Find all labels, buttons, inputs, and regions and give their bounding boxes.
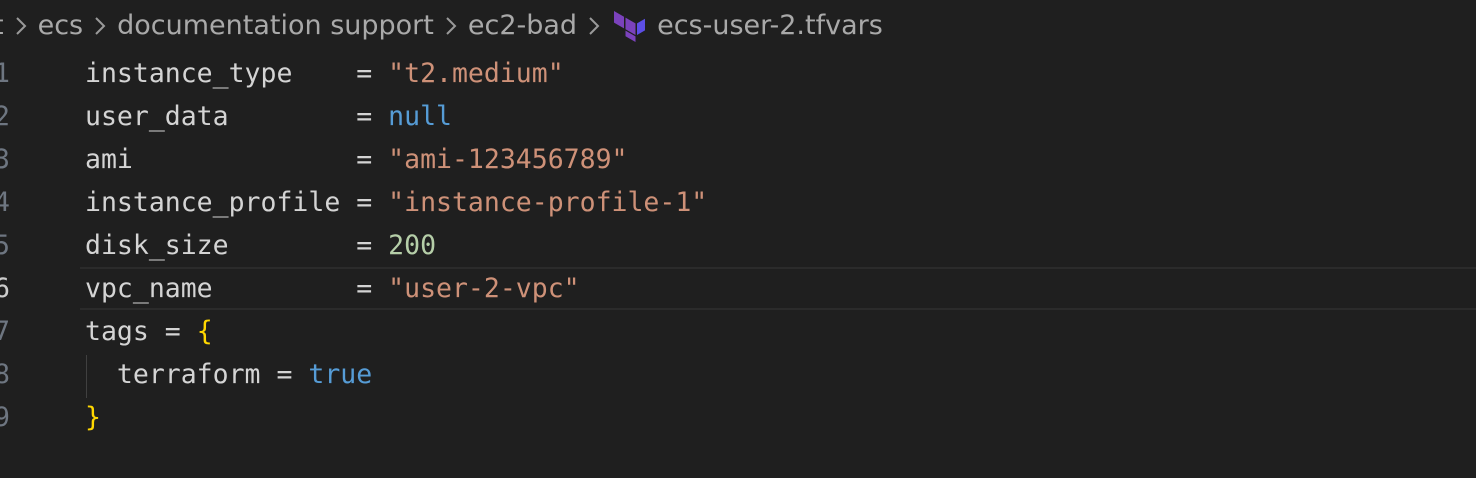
code-line-8[interactable]: 8 terraform = true xyxy=(0,353,1476,396)
code-line-2[interactable]: 2 user_data = null xyxy=(0,95,1476,138)
code-value: 200 xyxy=(388,230,437,261)
code-line-4[interactable]: 4 instance_profile = "instance-profile-1… xyxy=(0,181,1476,224)
code-value: null xyxy=(388,101,452,132)
breadcrumb-item-documentation-support[interactable]: documentation support xyxy=(117,10,434,41)
code-operator: = xyxy=(356,58,389,89)
code-key: vpc_name xyxy=(85,273,357,304)
code-key: instance_type xyxy=(85,58,357,89)
code-operator: = xyxy=(356,144,389,175)
code-key: ami xyxy=(85,144,357,175)
code-line-3[interactable]: 3 ami = "ami-123456789" xyxy=(0,138,1476,181)
chevron-right-icon xyxy=(444,10,458,41)
code-key: instance_profile xyxy=(85,187,357,218)
code-key: terraform xyxy=(85,359,277,390)
chevron-right-icon xyxy=(587,10,601,41)
terraform-icon xyxy=(611,7,647,43)
line-number[interactable]: 3 xyxy=(0,144,22,175)
line-number[interactable]: 1 xyxy=(0,58,22,89)
line-number[interactable]: 8 xyxy=(0,359,22,390)
code-value: } xyxy=(85,402,101,433)
code-operator: = xyxy=(276,359,309,390)
breadcrumb-item-t[interactable]: t xyxy=(0,10,4,41)
code-key: disk_size xyxy=(85,230,357,261)
code-line-6-active[interactable]: 6 vpc_name = "user-2-vpc" xyxy=(0,267,1476,310)
line-number[interactable]: 4 xyxy=(0,187,22,218)
chevron-right-icon xyxy=(93,10,107,41)
code-operator: = xyxy=(356,273,389,304)
code-key: tags xyxy=(85,316,165,347)
code-line-7[interactable]: 7 tags = { xyxy=(0,310,1476,353)
chevron-right-icon xyxy=(14,10,28,41)
code-operator: = xyxy=(164,316,197,347)
breadcrumb-item-ec2-bad[interactable]: ec2-bad xyxy=(468,10,577,41)
breadcrumb-item-file[interactable]: ecs-user-2.tfvars xyxy=(657,10,883,41)
code-value: true xyxy=(308,359,373,390)
line-number[interactable]: 5 xyxy=(0,230,22,261)
line-number[interactable]: 7 xyxy=(0,316,22,347)
code-value: "user-2-vpc" xyxy=(388,273,580,304)
code-editor[interactable]: t ecs documentation support ec2-bad ecs-… xyxy=(0,0,1476,478)
code-value: { xyxy=(196,316,213,347)
breadcrumb: t ecs documentation support ec2-bad ecs-… xyxy=(0,0,1469,50)
code-line-9[interactable]: 9 } xyxy=(0,396,1476,439)
line-number[interactable]: 9 xyxy=(0,402,22,433)
line-number[interactable]: 2 xyxy=(0,101,22,132)
code-operator: = xyxy=(356,187,389,218)
code-value: "instance-profile-1" xyxy=(388,187,708,218)
line-number[interactable]: 6 xyxy=(0,273,22,304)
code-value: "ami-123456789" xyxy=(388,144,628,175)
code-key: user_data xyxy=(85,101,357,132)
code-area[interactable]: 1 instance_type = "t2.medium" 2 user_dat… xyxy=(0,52,1476,439)
code-line-5[interactable]: 5 disk_size = 200 xyxy=(0,224,1476,267)
code-operator: = xyxy=(356,230,389,261)
code-value: "t2.medium" xyxy=(388,58,564,89)
code-line-1[interactable]: 1 instance_type = "t2.medium" xyxy=(0,52,1476,95)
breadcrumb-item-ecs[interactable]: ecs xyxy=(38,10,84,41)
code-operator: = xyxy=(356,101,389,132)
